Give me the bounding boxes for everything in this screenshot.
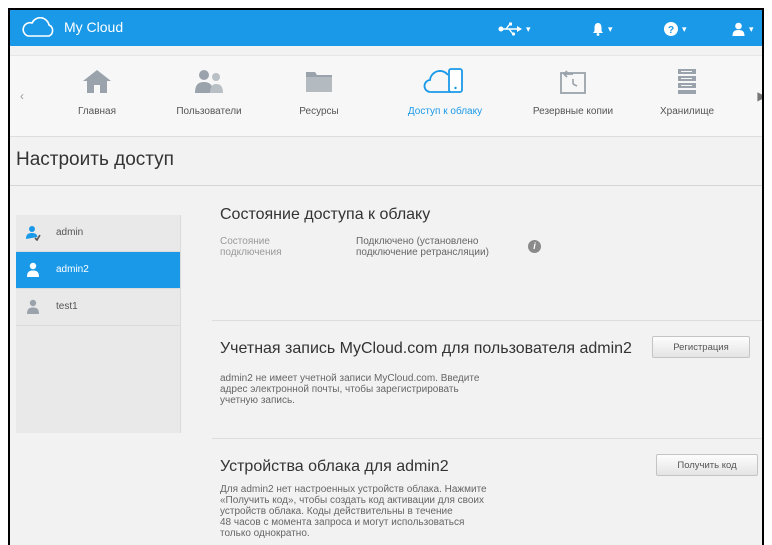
user-list-item-admin2[interactable]: admin2 — [16, 252, 180, 289]
chevron-down-icon: ▾ — [682, 24, 687, 35]
connection-status-label: Состояние подключения — [220, 236, 282, 258]
devices-title: Устройства облака для admin2 — [220, 458, 449, 475]
cloud-status-title: Состояние доступа к облаку — [220, 206, 431, 223]
connection-status-value: Подключено (установлено подключение ретр… — [356, 236, 489, 258]
desc-line: 48 часов с момента запроса и могут испол… — [220, 517, 465, 528]
desc-line: только однократно. — [220, 528, 310, 539]
top-bar: My Cloud ▾ ▾ ? ▾ ▾ — [10, 10, 762, 46]
usb-icon[interactable]: ▾ — [498, 19, 531, 37]
get-code-button[interactable]: Получить код — [656, 454, 758, 476]
nav-item-cloud-access[interactable]: Доступ к облаку — [390, 64, 500, 117]
user-name: admin — [56, 227, 84, 238]
user-list-item-test1[interactable]: test1 — [16, 289, 180, 326]
desc-line: admin2 не имеет учетной записи MyCloud.c… — [220, 373, 480, 384]
title-divider — [10, 185, 762, 186]
user-icon — [27, 262, 39, 277]
folder-icon — [306, 72, 332, 92]
chevron-down-icon: ▾ — [749, 24, 754, 35]
chevron-down-icon: ▾ — [608, 24, 613, 35]
storage-icon — [678, 69, 696, 94]
label-line: подключения — [220, 247, 282, 258]
admin-user-icon — [26, 226, 41, 241]
nav-item-label: Ресурсы — [299, 106, 339, 117]
value-line: подключение ретрансляции) — [356, 247, 489, 258]
nav-item-label: Пользователи — [176, 106, 242, 117]
user-icon — [27, 299, 39, 314]
section-divider — [212, 438, 762, 439]
chevron-down-icon: ▾ — [526, 24, 531, 35]
label-line: Состояние — [220, 236, 270, 247]
user-menu-icon[interactable]: ▾ — [732, 19, 754, 37]
nav-item-label: Резервные копии — [532, 106, 614, 117]
account-title: Учетная запись MyCloud.com для пользоват… — [220, 340, 632, 357]
user-name: admin2 — [56, 264, 89, 275]
cloud-logo-icon — [22, 17, 54, 37]
main-nav: ‹ Главная Пользователи Ресурсы Доступ к … — [10, 55, 762, 137]
nav-item-label: Доступ к облаку — [407, 106, 483, 117]
nav-item-users[interactable]: Пользователи — [154, 64, 264, 117]
devices-description: Для admin2 нет настроенных устройств обл… — [220, 484, 487, 539]
nav-item-label: Главная — [77, 106, 117, 117]
nav-item-storage[interactable]: Хранилище — [632, 64, 742, 117]
user-list: admin admin2 test1 — [16, 215, 181, 433]
cloud-device-icon — [423, 68, 463, 93]
register-button[interactable]: Регистрация — [652, 336, 750, 358]
desc-line: адрес электронной почты, чтобы зарегистр… — [220, 384, 459, 395]
section-divider — [212, 320, 762, 321]
value-line: Подключено (установлено — [356, 236, 479, 247]
help-icon[interactable]: ? ▾ — [664, 19, 687, 37]
desc-line: Для admin2 нет настроенных устройств обл… — [220, 484, 487, 495]
nav-right-arrow-icon[interactable]: ▶ — [756, 76, 762, 116]
backup-icon — [560, 70, 586, 94]
nav-item-home[interactable]: Главная — [42, 64, 152, 117]
account-description: admin2 не имеет учетной записи MyCloud.c… — [220, 373, 479, 406]
user-list-item-admin[interactable]: admin — [16, 215, 180, 252]
bell-icon[interactable]: ▾ — [592, 19, 613, 37]
desc-line: устройств облака. Коды действительны в т… — [220, 506, 453, 517]
app-window: My Cloud ▾ ▾ ? ▾ ▾ ‹ Главная Пользовател… — [8, 8, 764, 545]
info-icon[interactable]: i — [528, 240, 541, 253]
home-icon — [83, 70, 111, 93]
page-title: Настроить доступ — [16, 149, 174, 170]
desc-line: «Получить код», чтобы создать код актива… — [220, 495, 484, 506]
user-name: test1 — [56, 301, 78, 312]
nav-left-arrow-icon[interactable]: ‹ — [16, 76, 28, 116]
users-icon — [195, 70, 223, 93]
nav-item-backups[interactable]: Резервные копии — [518, 64, 628, 117]
nav-item-label: Хранилище — [660, 106, 714, 117]
app-title: My Cloud — [64, 19, 124, 35]
nav-item-shares[interactable]: Ресурсы — [264, 64, 374, 117]
svg-text:?: ? — [668, 25, 674, 36]
desc-line: учетную запись. — [220, 395, 295, 406]
